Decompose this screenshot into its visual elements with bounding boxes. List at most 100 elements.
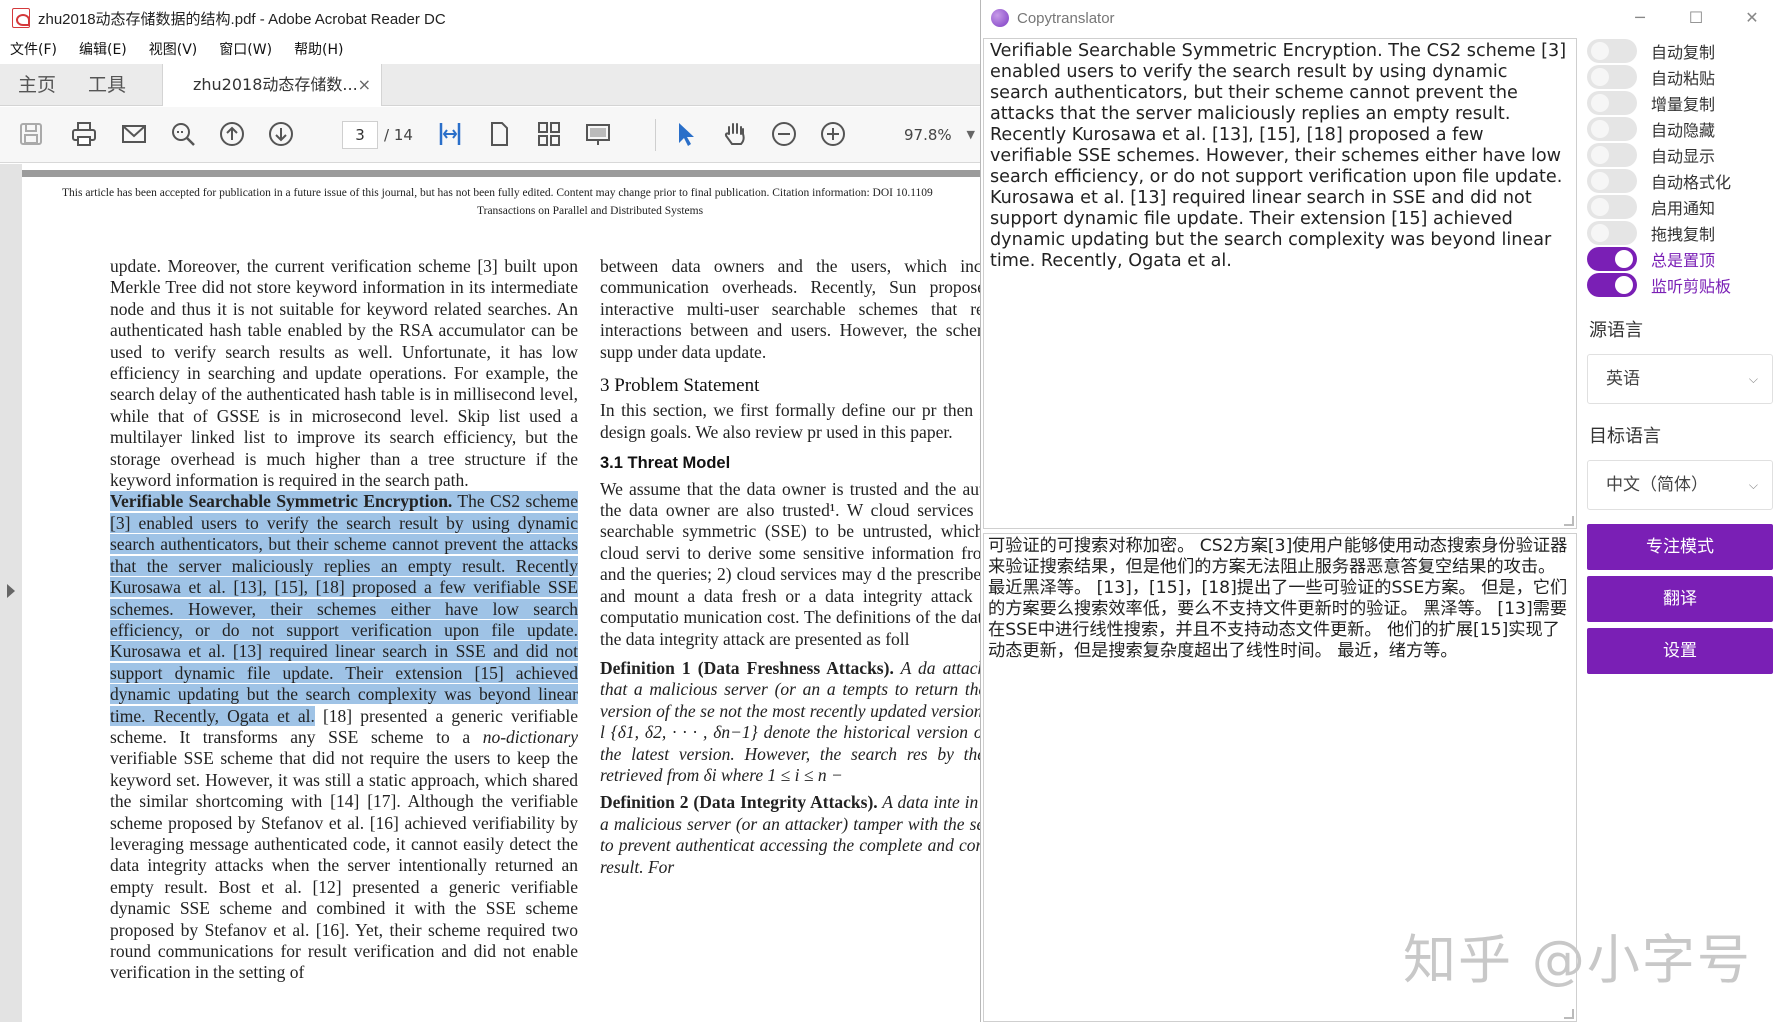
selected-text[interactable]: Verifiable Searchable Symmetric Encrypti…	[110, 491, 578, 726]
toggle-knob	[1591, 68, 1609, 86]
zoom-out-icon[interactable]	[769, 119, 799, 149]
hand-tool-icon[interactable]	[720, 119, 750, 149]
next-page-icon[interactable]	[266, 119, 296, 149]
toggle-label: 自动显示	[1651, 147, 1716, 166]
toggle-label: 监听剪贴板	[1651, 277, 1732, 296]
zoom-in-icon[interactable]	[818, 119, 848, 149]
toggle-switch[interactable]	[1587, 143, 1637, 167]
toggle-switch[interactable]	[1587, 39, 1637, 63]
close-icon[interactable]: ✕	[1724, 0, 1779, 36]
menu-view[interactable]: 视图(V)	[149, 39, 198, 59]
page-thumbnails-icon[interactable]	[534, 119, 564, 149]
tab-home[interactable]: 主页	[18, 64, 56, 106]
acrobat-menubar: 文件(F) 编辑(E) 视图(V) 窗口(W) 帮助(H)	[0, 36, 985, 62]
source-language-select[interactable]: 英语 ⌵	[1587, 354, 1773, 404]
publication-notice: This article has been accepted for publi…	[62, 184, 985, 220]
pdf-left-column[interactable]: update. Moreover, the current verificati…	[110, 256, 578, 984]
resize-handle-icon[interactable]	[1564, 516, 1574, 526]
toggle-knob	[1591, 120, 1609, 138]
pdf-logo-icon	[12, 8, 30, 28]
resize-handle-icon[interactable]	[1564, 1009, 1574, 1019]
settings-sidebar: 自动复制 自动粘贴 增量复制 自动隐藏 自动显示 自动格式化 启用通知 拖拽复制…	[1587, 38, 1779, 674]
toggle-row[interactable]: 自动复制	[1587, 38, 1779, 64]
window-controls: ─ ☐ ✕	[1612, 0, 1779, 36]
acrobat-tabbar: 主页 工具 zhu2018动态存储数... ×	[0, 64, 985, 106]
toggle-list: 自动复制 自动粘贴 增量复制 自动隐藏 自动显示 自动格式化 启用通知 拖拽复制…	[1587, 38, 1779, 298]
selected-body: The CS2 scheme [3] enabled users to veri…	[110, 491, 578, 726]
toggle-row[interactable]: 拖拽复制	[1587, 220, 1779, 246]
toggle-switch[interactable]	[1587, 273, 1637, 297]
minimize-icon[interactable]: ─	[1612, 0, 1668, 36]
toggle-row[interactable]: 自动显示	[1587, 142, 1779, 168]
email-icon[interactable]	[119, 119, 149, 149]
tab-document-label: zhu2018动态存储数...	[193, 75, 358, 94]
toggle-row[interactable]: 增量复制	[1587, 90, 1779, 116]
toggle-label: 总是置顶	[1651, 251, 1716, 270]
toggle-row[interactable]: 启用通知	[1587, 194, 1779, 220]
toggle-switch[interactable]	[1587, 195, 1637, 219]
print-icon[interactable]	[69, 119, 99, 149]
definition-2-heading: Definition 2 (Data Integrity Attacks).	[600, 792, 878, 813]
acrobat-toolbar: 3 / 14 97.8% ▼	[0, 107, 985, 163]
zoom-level-value: 97.8%	[904, 126, 952, 144]
tab-tools[interactable]: 工具	[88, 64, 126, 106]
toggle-switch[interactable]	[1587, 117, 1637, 141]
toggle-switch[interactable]	[1587, 247, 1637, 271]
menu-file[interactable]: 文件(F)	[10, 39, 57, 59]
definition-1: Definition 1 (Data Freshness Attacks). A…	[600, 658, 985, 786]
zoom-level-select[interactable]: 97.8% ▼	[892, 121, 977, 149]
toggle-knob	[1591, 146, 1609, 164]
presentation-mode-icon[interactable]	[583, 119, 613, 149]
toggle-row[interactable]: 自动格式化	[1587, 168, 1779, 194]
toggle-knob	[1591, 172, 1609, 190]
toggle-row[interactable]: 监听剪贴板	[1587, 272, 1779, 298]
selected-heading: Verifiable Searchable Symmetric Encrypti…	[110, 491, 453, 512]
toggle-row[interactable]: 自动粘贴	[1587, 64, 1779, 90]
tab-document[interactable]: zhu2018动态存储数... ×	[162, 64, 382, 106]
subsection-heading: 3.1 Threat Model	[600, 454, 731, 473]
settings-button[interactable]: 设置	[1587, 628, 1773, 674]
document-view[interactable]: This article has been accepted for publi…	[22, 164, 985, 1022]
pdf-right-column[interactable]: between data owners and the users, which…	[600, 256, 985, 878]
left-navigation-pane[interactable]	[0, 164, 22, 1022]
menu-window[interactable]: 窗口(W)	[219, 39, 272, 59]
expand-pane-icon[interactable]	[7, 584, 15, 598]
right-intro-paragraph: between data owners and the users, which…	[600, 256, 985, 362]
toggle-switch[interactable]	[1587, 65, 1637, 89]
page-number-input[interactable]: 3	[342, 121, 378, 149]
toggle-knob	[1615, 250, 1633, 268]
toggle-row[interactable]: 自动隐藏	[1587, 116, 1779, 142]
toggle-knob	[1615, 276, 1633, 294]
tab-close-icon[interactable]: ×	[358, 64, 371, 106]
target-language-select[interactable]: 中文（简体） ⌵	[1587, 460, 1773, 510]
chevron-down-icon: ▼	[966, 128, 975, 141]
definition-2: Definition 2 (Data Integrity Attacks). A…	[600, 792, 985, 878]
toggle-knob	[1591, 42, 1609, 60]
source-text-area[interactable]: Verifiable Searchable Symmetric Encrypti…	[983, 38, 1577, 529]
select-pointer-icon[interactable]	[670, 119, 700, 149]
copytranslator-window: Copytranslator ─ ☐ ✕ Verifiable Searchab…	[980, 0, 1779, 1022]
toggle-knob	[1591, 94, 1609, 112]
menu-edit[interactable]: 编辑(E)	[79, 39, 127, 59]
menu-help[interactable]: 帮助(H)	[294, 39, 343, 59]
toggle-switch[interactable]	[1587, 221, 1637, 245]
fit-page-icon[interactable]	[484, 119, 514, 149]
toggle-label: 自动粘贴	[1651, 69, 1716, 88]
save-icon[interactable]	[16, 119, 46, 149]
maximize-icon[interactable]: ☐	[1668, 0, 1724, 36]
toggle-switch[interactable]	[1587, 169, 1637, 193]
fit-width-icon[interactable]	[435, 119, 465, 149]
toggle-row[interactable]: 总是置顶	[1587, 246, 1779, 272]
translate-button[interactable]: 翻译	[1587, 576, 1773, 622]
source-language-value: 英语	[1606, 369, 1640, 389]
source-language-label: 源语言	[1589, 320, 1643, 341]
toolbar-separator	[655, 119, 656, 151]
source-text: Verifiable Searchable Symmetric Encrypti…	[990, 41, 1567, 271]
prev-page-icon[interactable]	[217, 119, 247, 149]
toggle-switch[interactable]	[1587, 91, 1637, 115]
definition-1-heading: Definition 1 (Data Freshness Attacks).	[600, 657, 894, 678]
left-rest-b: verifiable SSE scheme that did not requi…	[110, 748, 578, 983]
focus-mode-button[interactable]: 专注模式	[1587, 524, 1773, 570]
search-zoom-icon[interactable]	[168, 119, 198, 149]
copytranslator-titlebar: Copytranslator ─ ☐ ✕	[981, 0, 1779, 36]
